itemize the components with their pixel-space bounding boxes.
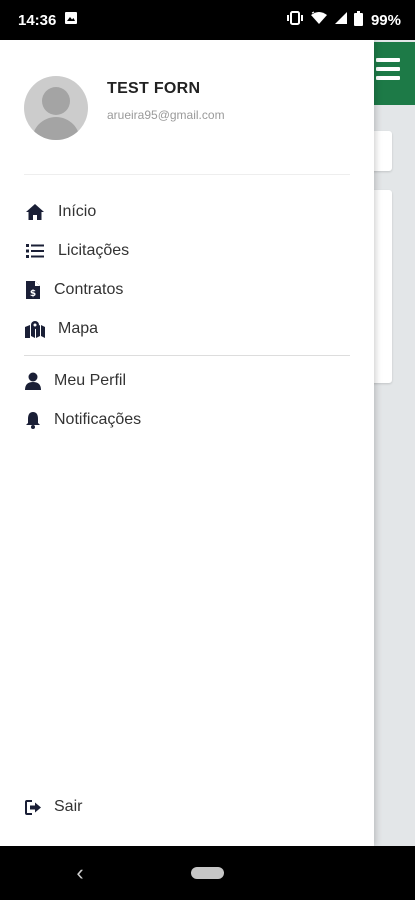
divider bbox=[24, 174, 350, 175]
battery-percent: 99% bbox=[370, 11, 401, 29]
navigation-drawer: TEST FORN arueira95@gmail.com Início Lic… bbox=[0, 40, 374, 846]
user-name: TEST FORN bbox=[107, 80, 201, 97]
svg-text:$: $ bbox=[30, 289, 36, 299]
image-icon bbox=[64, 11, 78, 29]
avatar bbox=[24, 76, 88, 140]
menu-item-licitacoes[interactable]: Licitações bbox=[24, 236, 129, 266]
sign-out-icon bbox=[24, 796, 42, 818]
signal-icon bbox=[334, 11, 348, 29]
bell-icon bbox=[24, 409, 42, 431]
system-navigation-bar: ‹ bbox=[0, 846, 415, 900]
user-icon bbox=[24, 370, 42, 392]
menu-item-contratos[interactable]: $ Contratos bbox=[24, 275, 123, 305]
user-email: arueira95@gmail.com bbox=[107, 108, 225, 122]
menu-item-label: Mapa bbox=[58, 320, 99, 337]
menu-item-label: Início bbox=[58, 203, 97, 220]
menu-item-label: Meu Perfil bbox=[54, 372, 127, 389]
home-button[interactable] bbox=[191, 867, 224, 879]
status-bar: 14:36 99% bbox=[0, 0, 415, 40]
divider bbox=[24, 355, 350, 356]
menu-item-inicio[interactable]: Início bbox=[24, 197, 96, 227]
battery-icon bbox=[353, 10, 363, 30]
menu-item-label: Notificações bbox=[54, 411, 142, 428]
back-icon[interactable]: ‹ bbox=[70, 860, 90, 886]
status-time: 14:36 bbox=[18, 11, 57, 29]
menu-icon[interactable] bbox=[376, 58, 400, 80]
menu-item-label: Contratos bbox=[54, 281, 124, 298]
menu-item-meu-perfil[interactable]: Meu Perfil bbox=[24, 366, 126, 396]
list-icon bbox=[24, 240, 46, 262]
vibrate-icon bbox=[286, 11, 304, 29]
logout-label: Sair bbox=[54, 798, 83, 815]
logout-button[interactable]: Sair bbox=[24, 792, 82, 822]
menu-item-notificacoes[interactable]: Notificações bbox=[24, 405, 141, 435]
wifi-icon bbox=[310, 11, 328, 29]
menu-item-label: Licitações bbox=[58, 242, 130, 259]
map-icon bbox=[24, 318, 46, 340]
app-area: TEST FORN arueira95@gmail.com Início Lic… bbox=[0, 40, 415, 846]
menu-item-mapa[interactable]: Mapa bbox=[24, 314, 98, 344]
home-icon bbox=[24, 201, 46, 223]
contract-icon: $ bbox=[24, 279, 42, 301]
